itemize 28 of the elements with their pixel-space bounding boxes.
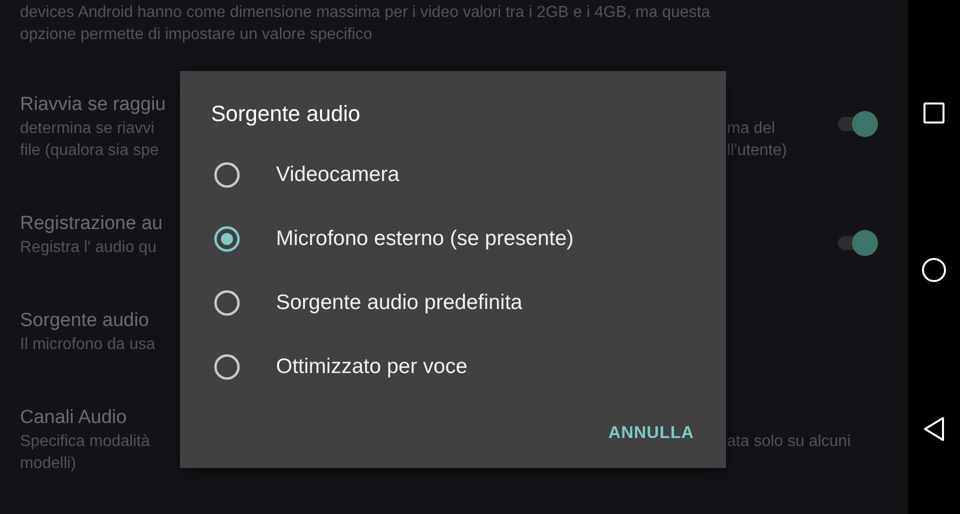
setting-description: ll'utente): [727, 141, 787, 161]
setting-description: determina se riavvi: [20, 119, 154, 139]
recents-icon[interactable]: [923, 102, 945, 124]
dialog-title: Sorgente audio: [210, 100, 362, 128]
radio-button[interactable]: [214, 354, 240, 380]
home-icon[interactable]: [921, 257, 947, 283]
setting-description: Il microfono da usa: [20, 335, 156, 355]
cancel-button[interactable]: ANNULLA: [596, 415, 706, 451]
radio-option[interactable]: Microfono esterno (se presente): [180, 207, 726, 271]
radio-button[interactable]: [214, 162, 240, 188]
setting-description: modelli): [20, 454, 76, 474]
setting-description: file (qualora sia spe: [20, 141, 159, 161]
radio-button[interactable]: [214, 290, 240, 316]
back-icon[interactable]: [923, 416, 945, 442]
setting-title: Canali Audio: [20, 406, 127, 430]
radio-option[interactable]: Videocamera: [180, 143, 726, 207]
radio-option[interactable]: Sorgente audio predefinita: [180, 271, 726, 335]
setting-description: opzione permette di impostare un valore specifico: [20, 25, 372, 45]
setting-title: Riavvia se raggiu: [20, 93, 166, 117]
setting-title: Registrazione au: [20, 212, 163, 236]
setting-description: ma del: [727, 119, 776, 139]
setting-description: ata solo su alcuni: [727, 432, 851, 452]
radio-option[interactable]: Ottimizzato per voce: [180, 335, 726, 399]
setting-title: Sorgente audio: [20, 309, 149, 333]
radio-button[interactable]: [214, 226, 240, 252]
setting-description: Registra l' audio qu: [20, 238, 156, 258]
setting-description: Specifica modalità: [20, 432, 150, 452]
setting-description: devices Android hanno come dimensione massima per i video valori tra i 2GB e i 4GB, ma questa: [20, 3, 710, 23]
